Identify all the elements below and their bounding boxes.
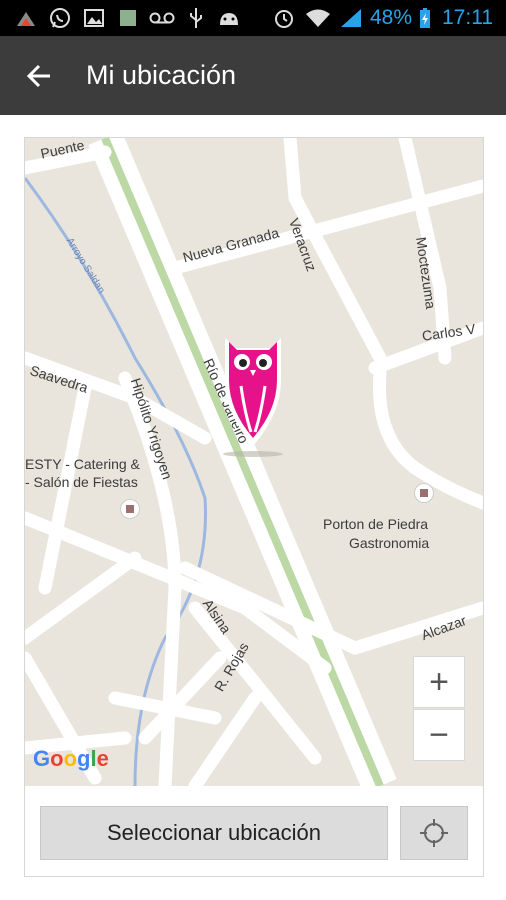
poi-marker-porton[interactable]: [415, 484, 433, 502]
google-logo-letter: G: [33, 746, 51, 771]
gallery-icon: [82, 8, 106, 28]
poi-label-esty-line1: ESTY - Catering &: [25, 456, 140, 472]
app-bar: Mi ubicación: [0, 36, 506, 115]
app-icon: [116, 8, 140, 28]
google-logo: Google: [33, 746, 109, 772]
battery-percent: 48%: [370, 6, 413, 29]
android-icon: [216, 8, 242, 28]
clock: 17:11: [442, 6, 493, 29]
my-location-button[interactable]: [400, 806, 468, 860]
google-logo-letter: o: [50, 746, 64, 771]
poi-label-porton-line1: Porton de Piedra: [323, 516, 429, 532]
select-location-button[interactable]: Seleccionar ubicación: [40, 806, 388, 860]
zoom-in-button[interactable]: +: [413, 656, 465, 708]
arrow-back-icon[interactable]: [22, 58, 58, 94]
google-logo-letter: e: [96, 746, 109, 771]
map-view[interactable]: Puente Nueva Granada Veracruz Moctezuma …: [25, 138, 483, 786]
crosshair-icon: [420, 819, 448, 847]
poi-label-porton-line2: Gastronomia: [349, 535, 430, 551]
alarm-icon: [272, 8, 296, 28]
location-marker-owl-icon[interactable]: [221, 334, 285, 458]
poi-label-esty-line2: - Salón de Fiestas: [25, 474, 138, 490]
cell-signal-icon: [338, 8, 364, 28]
wifi-signal-icon: [14, 8, 38, 28]
zoom-out-button[interactable]: −: [413, 709, 465, 761]
page-title: Mi ubicación: [86, 60, 237, 90]
battery-charging-icon: [418, 8, 432, 28]
poi-marker-esty[interactable]: [121, 500, 139, 518]
google-logo-letter: g: [77, 746, 91, 771]
wifi-icon: [304, 8, 332, 28]
status-bar: 48% 17:11: [0, 0, 506, 36]
whatsapp-icon: [48, 8, 72, 28]
usb-icon: [184, 8, 208, 28]
voicemail-icon: [148, 8, 176, 28]
google-logo-letter: o: [63, 746, 78, 771]
